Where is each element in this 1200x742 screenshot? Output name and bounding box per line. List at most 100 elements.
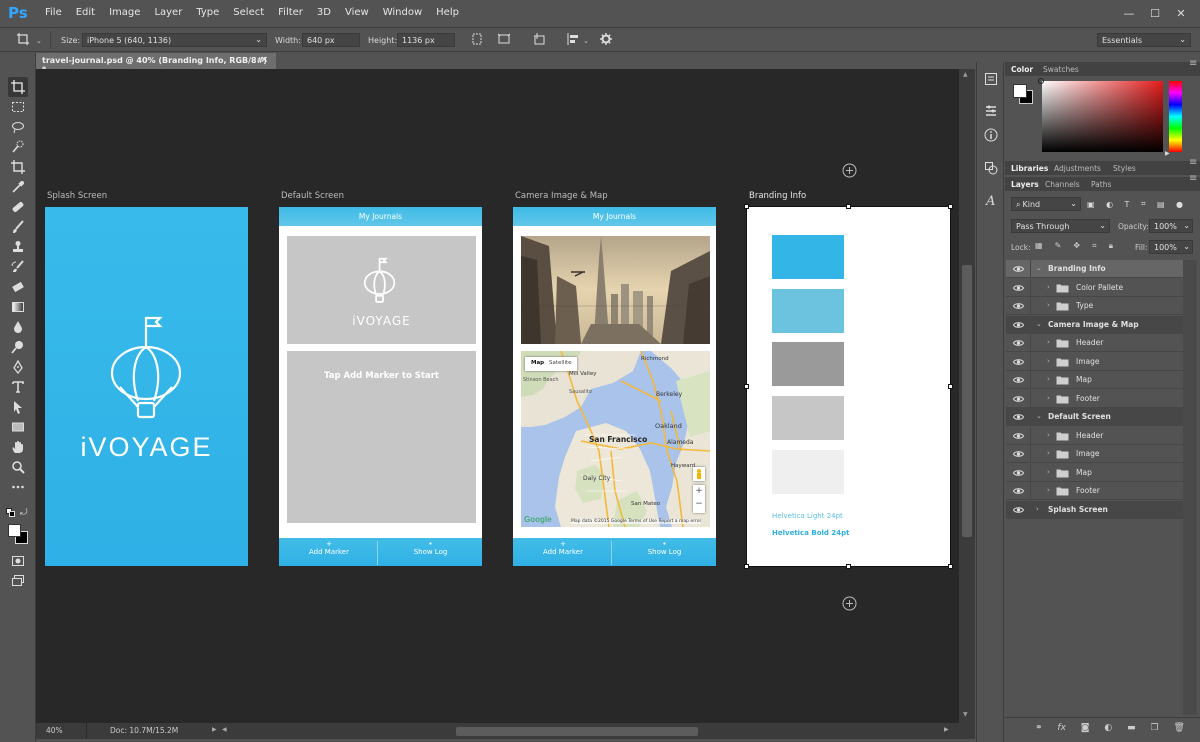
- zoom-tool-icon[interactable]: [8, 457, 28, 477]
- fill-input[interactable]: 100% ⌄: [1149, 240, 1193, 254]
- menu-edit[interactable]: Edit: [69, 0, 102, 26]
- history-panel-icon[interactable]: [984, 72, 998, 86]
- visibility-eye-icon[interactable]: [1013, 376, 1024, 384]
- chevron-right-icon[interactable]: ›: [1047, 283, 1050, 291]
- chevron-right-icon[interactable]: ›: [1036, 505, 1039, 513]
- scroll-right-icon[interactable]: ▶: [944, 726, 949, 733]
- panel-menu-icon[interactable]: ≡: [1189, 157, 1197, 168]
- filter-smart-object-icon[interactable]: ▤: [1157, 200, 1165, 209]
- properties-panel-icon[interactable]: [984, 104, 998, 118]
- scroll-up-icon[interactable]: ▲: [963, 71, 968, 78]
- menu-layer[interactable]: Layer: [147, 0, 189, 26]
- menu-filter[interactable]: Filter: [271, 0, 310, 26]
- close-tab-icon[interactable]: ×: [260, 55, 268, 65]
- visibility-eye-icon[interactable]: [1013, 321, 1024, 329]
- transform-handle[interactable]: [948, 204, 953, 209]
- blend-mode-select[interactable]: Pass Through ⌄: [1011, 219, 1110, 233]
- artboard-branding-info[interactable]: Helvetica Light 24pt Helvetica Bold 24pt: [744, 204, 953, 569]
- lock-pixels-icon[interactable]: ✎: [1055, 241, 1062, 253]
- lock-artboard-icon[interactable]: ⌗: [1092, 241, 1097, 253]
- add-artboard-above-icon[interactable]: [842, 163, 857, 178]
- add-marker-button[interactable]: + Add Marker: [279, 541, 379, 557]
- chevron-right-icon[interactable]: ›: [1047, 301, 1050, 309]
- blur-tool-icon[interactable]: [8, 317, 28, 337]
- transform-handle[interactable]: [744, 384, 749, 389]
- filter-pixel-icon[interactable]: ▣: [1087, 200, 1095, 209]
- layer-row[interactable]: › Type: [1006, 297, 1183, 315]
- panel-menu-icon[interactable]: ≡: [1189, 58, 1197, 69]
- layer-effects-icon[interactable]: fx: [1057, 723, 1066, 733]
- foreground-color-swatch[interactable]: [1013, 84, 1027, 98]
- history-brush-tool-icon[interactable]: [8, 257, 28, 277]
- satellite-tab[interactable]: Satellite: [549, 360, 572, 366]
- zoom-level[interactable]: 40%: [46, 726, 63, 735]
- menu-3d[interactable]: 3D: [310, 0, 338, 26]
- zoom-control[interactable]: + −: [693, 485, 705, 513]
- chevron-right-icon[interactable]: ›: [1047, 449, 1050, 457]
- visibility-eye-icon[interactable]: [1013, 302, 1024, 310]
- transform-handle[interactable]: [744, 204, 749, 209]
- transform-handle[interactable]: [948, 384, 953, 389]
- artboard-label-camera[interactable]: Camera Image & Map: [515, 191, 608, 201]
- artboard-label-default[interactable]: Default Screen: [281, 191, 344, 201]
- transform-handle[interactable]: [744, 564, 749, 569]
- hue-slider[interactable]: [1169, 81, 1182, 152]
- marquee-tool-icon[interactable]: [8, 97, 28, 117]
- crop-tool-icon[interactable]: [8, 157, 28, 177]
- opacity-input[interactable]: 100% ⌄: [1149, 219, 1193, 233]
- status-menu-arrow-icon[interactable]: ▶: [212, 726, 217, 733]
- width-input[interactable]: 640 px: [302, 33, 360, 47]
- visibility-eye-icon[interactable]: [1013, 395, 1024, 403]
- artboard-default-screen[interactable]: My Journals iVOYAGE Tap Add Marker to St…: [279, 207, 482, 566]
- add-mask-icon[interactable]: ◙: [1081, 723, 1090, 733]
- color-field[interactable]: [1042, 81, 1163, 152]
- tab-libraries[interactable]: Libraries: [1011, 164, 1048, 173]
- artboard-splash-screen[interactable]: iVOYAGE: [45, 207, 248, 566]
- zoom-out-button[interactable]: −: [693, 498, 705, 511]
- add-marker-button[interactable]: + Add Marker: [513, 541, 613, 557]
- scroll-thumb[interactable]: [962, 265, 972, 537]
- more-tools-icon[interactable]: [8, 477, 28, 497]
- glyphs-panel-icon[interactable]: A: [984, 193, 998, 207]
- workspace-select[interactable]: Essentials ⌄: [1097, 33, 1191, 47]
- color-picker-cursor[interactable]: [1038, 78, 1044, 84]
- document-tab[interactable]: travel-journal.psd @ 40% (Branding Info,…: [36, 53, 276, 74]
- lock-position-icon[interactable]: ✥: [1073, 241, 1080, 253]
- visibility-eye-icon[interactable]: [1013, 469, 1024, 477]
- pegman-icon[interactable]: [693, 467, 705, 481]
- layer-row[interactable]: › Map: [1006, 371, 1183, 389]
- eraser-tool-icon[interactable]: [8, 277, 28, 297]
- map-tab[interactable]: Map: [531, 360, 544, 366]
- swap-colors-icon[interactable]: ⤾: [20, 508, 28, 518]
- visibility-eye-icon[interactable]: [1013, 450, 1024, 458]
- tab-paths[interactable]: Paths: [1091, 180, 1111, 189]
- maximize-button[interactable]: ☐: [1142, 3, 1168, 23]
- chevron-down-icon[interactable]: ⌄: [1036, 264, 1042, 272]
- layer-row[interactable]: › Image: [1006, 445, 1183, 463]
- add-artboard-icon[interactable]: [532, 32, 546, 47]
- menu-view[interactable]: View: [338, 0, 376, 26]
- layer-row[interactable]: › Color Pallete: [1006, 278, 1183, 297]
- scroll-down-icon[interactable]: ▼: [963, 711, 968, 718]
- foreground-color-swatch[interactable]: [8, 524, 21, 537]
- gradient-tool-icon[interactable]: [8, 297, 28, 317]
- layer-row[interactable]: › Footer: [1006, 389, 1183, 408]
- show-log-button[interactable]: • Show Log: [379, 541, 482, 557]
- visibility-eye-icon[interactable]: [1013, 358, 1024, 366]
- chevron-right-icon[interactable]: ›: [1047, 486, 1050, 494]
- visibility-eye-icon[interactable]: [1013, 506, 1024, 514]
- type-tool-icon[interactable]: [8, 377, 28, 397]
- new-group-icon[interactable]: ▬: [1127, 723, 1136, 733]
- eyedropper-tool-icon[interactable]: [8, 177, 28, 197]
- menu-image[interactable]: Image: [102, 0, 147, 26]
- artboard-label-branding[interactable]: Branding Info: [749, 191, 806, 201]
- dodge-tool-icon[interactable]: [8, 337, 28, 357]
- delete-layer-icon[interactable]: 🗑︎: [1173, 723, 1184, 733]
- tool-preset-chevron-icon[interactable]: ⌄: [36, 37, 42, 45]
- menu-type[interactable]: Type: [189, 0, 226, 26]
- shapes-panel-icon[interactable]: [984, 161, 998, 175]
- menu-select[interactable]: Select: [226, 0, 271, 26]
- transform-handle[interactable]: [948, 564, 953, 569]
- layer-group-row[interactable]: ⌄ Branding Info: [1006, 260, 1183, 278]
- layer-row[interactable]: › Header: [1006, 426, 1183, 445]
